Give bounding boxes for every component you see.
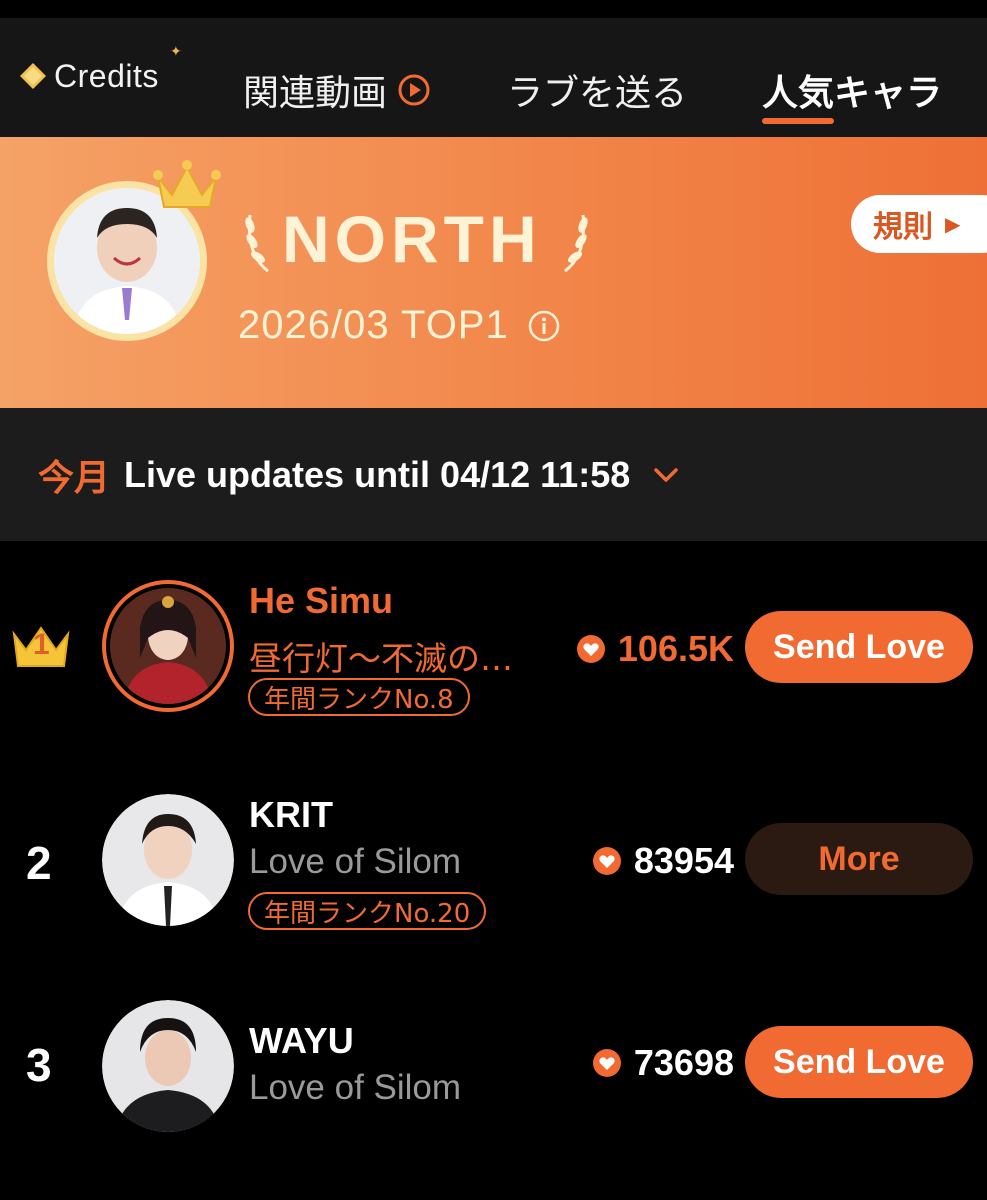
period-update-text: Live updates until 04/12 11:58 — [124, 453, 631, 495]
laurel-left-icon — [245, 214, 269, 273]
heart-icon — [592, 1049, 621, 1077]
credits-label: Credits — [54, 57, 159, 94]
period-label: 今月 — [38, 457, 111, 499]
send-love-button[interactable]: Send Love — [745, 1026, 973, 1098]
laurel-right-icon — [564, 214, 588, 273]
list-item[interactable]: 2 KRIT Love of Silom 年間ランクNo.20 83954 Mo… — [0, 774, 987, 974]
credits-button[interactable]: Credits — [18, 54, 159, 98]
heart-icon — [592, 847, 621, 875]
love-count-value: 106.5K — [617, 628, 734, 669]
love-count: 83954 — [592, 840, 734, 882]
love-count: 73698 — [592, 1042, 734, 1084]
top-nav: Credits ✦ 関連動画 ラブを送る 人気キャラ — [0, 18, 987, 137]
love-count-value: 73698 — [633, 1042, 734, 1083]
active-tab-indicator — [762, 118, 834, 124]
list-item[interactable]: 3 WAYU Love of Silom 73698 Send Love — [0, 980, 987, 1180]
avatar[interactable] — [102, 580, 234, 712]
character-work: Love of Silom — [249, 842, 462, 881]
info-icon[interactable] — [527, 309, 561, 343]
chevron-right-icon: ▶ — [945, 212, 961, 236]
rank-number: 2 — [26, 837, 52, 889]
avatar[interactable] — [102, 794, 234, 926]
rules-label: 規則 — [873, 210, 933, 245]
heart-icon — [576, 635, 605, 663]
avatar[interactable] — [102, 1000, 234, 1132]
play-icon — [398, 74, 430, 106]
annual-rank-badge: 年間ランクNo.20 — [248, 892, 487, 930]
sparkle-icon: ✦ — [170, 44, 182, 60]
character-work: Love of Silom — [249, 1068, 462, 1107]
avatar-image — [102, 794, 234, 926]
character-name: KRIT — [249, 794, 333, 835]
period-selector[interactable]: 今月 Live updates until 04/12 11:58 — [0, 408, 987, 541]
rules-button[interactable]: 規則 ▶ — [851, 195, 987, 253]
love-count: 106.5K — [576, 628, 734, 670]
gem-icon — [18, 61, 48, 91]
character-name: He Simu — [249, 580, 394, 621]
character-name: WAYU — [249, 1020, 354, 1061]
top-period-label: 2026/03 TOP1 — [238, 303, 561, 348]
status-strip — [0, 0, 987, 18]
tab-popular-characters[interactable]: 人気キャラ — [762, 64, 942, 116]
tab-related-videos[interactable]: 関連動画 — [243, 64, 431, 116]
avatar-image — [110, 588, 226, 704]
rank-number: 1 — [33, 628, 50, 661]
list-item[interactable]: 1 He Simu 昼行灯〜不滅の… 年間ランクNo.8 106.5K Send… — [0, 560, 987, 760]
top-character-banner: NORTH 2026/03 TOP1 規則 ▶ — [0, 137, 987, 408]
character-work: 昼行灯〜不滅の… — [249, 639, 513, 678]
crown-icon — [153, 160, 221, 208]
tab-send-love[interactable]: ラブを送る — [507, 64, 687, 116]
top-character-name: NORTH — [282, 202, 542, 276]
avatar-image — [102, 1000, 234, 1132]
love-count-value: 83954 — [633, 840, 734, 881]
chevron-down-icon — [654, 467, 678, 482]
more-button[interactable]: More — [745, 823, 973, 895]
rank-number: 3 — [26, 1039, 52, 1091]
tab-label: 関連動画 — [243, 73, 388, 114]
top-period-text: 2026/03 TOP1 — [238, 303, 509, 347]
send-love-button[interactable]: Send Love — [745, 611, 973, 683]
annual-rank-badge: 年間ランクNo.8 — [248, 678, 470, 716]
